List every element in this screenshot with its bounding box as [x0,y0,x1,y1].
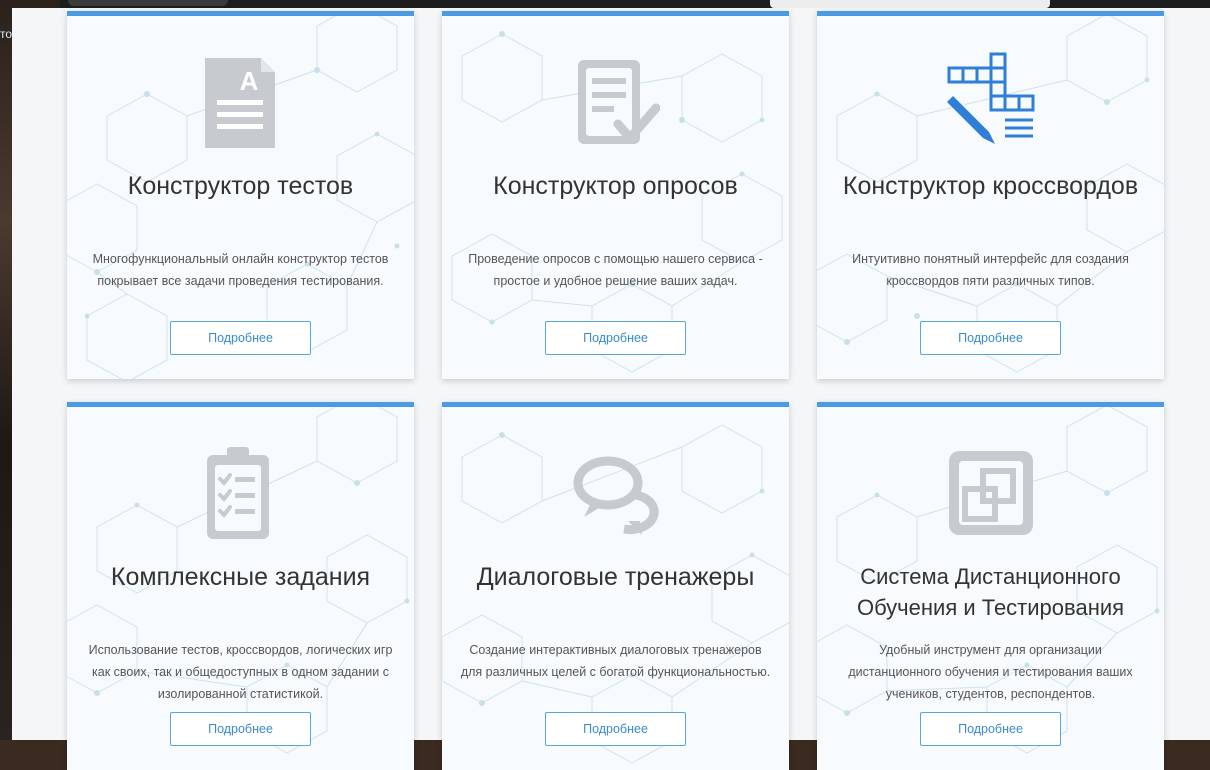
svg-text:A: A [240,66,259,96]
document-letter-a-icon: A [205,58,275,148]
card-description: Создание интерактивных диалоговых тренаж… [460,643,771,679]
card-complex-tasks: Комплексные задания Использование тестов… [67,402,414,770]
card-distance-learning: Система Дистанционного Обучения и Тестир… [817,402,1164,770]
card-crosswords: Конструктор кроссвордов Интуитивно понят… [817,11,1164,379]
card-description: Удобный инструмент для организации диста… [848,643,1133,701]
card-title: Диалоговые тренажеры [476,563,755,591]
more-button[interactable]: Подробнее [545,321,686,355]
card-dialog-trainers: Диалоговые тренажеры Создание интерактив… [442,402,789,770]
card-title: Конструктор тестов [127,172,354,200]
window-squares-icon [949,451,1033,535]
card-title: Система Дистанционного Обучения и Тестир… [856,564,1125,620]
card-description: Использование тестов, кроссвордов, логич… [88,643,393,701]
card-title: Конструктор опросов [493,172,738,200]
survey-checklist-icon [578,60,660,144]
more-button[interactable]: Подробнее [545,712,686,746]
card-description: Интуитивно понятный интерфейс для создан… [852,252,1129,288]
crossword-pencil-icon [947,52,1035,144]
card-title: Комплексные задания [110,563,371,591]
more-button[interactable]: Подробнее [920,712,1061,746]
services-section: A Конструктор тестов Многофункциональный… [12,8,1210,770]
more-button[interactable]: Подробнее [920,321,1061,355]
card-surveys: Конструктор опросов Проведение опросов с… [442,11,789,379]
card-description: Проведение опросов с помощью нашего серв… [468,252,763,288]
card-tests: A Конструктор тестов Многофункциональный… [67,11,414,379]
speech-bubbles-icon [573,456,659,535]
more-button[interactable]: Подробнее [170,712,311,746]
card-title: Конструктор кроссвордов [842,172,1139,200]
more-button[interactable]: Подробнее [170,321,311,355]
clipboard-checklist-icon [207,447,269,539]
card-description: Многофункциональный онлайн конструктор т… [92,252,389,288]
